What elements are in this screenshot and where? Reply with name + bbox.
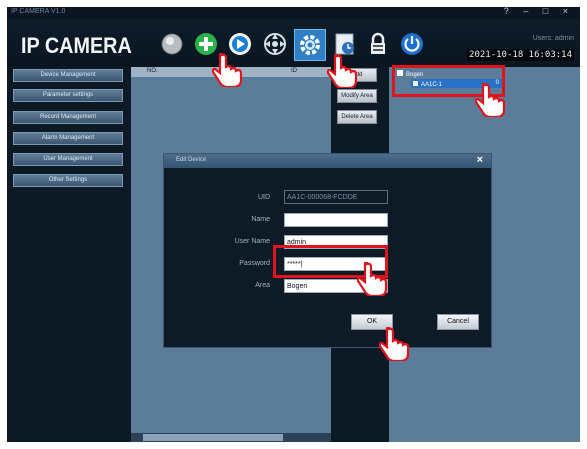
pointer-hand-icon xyxy=(378,325,411,363)
dialog-title-bar: Edit Device × xyxy=(164,154,491,168)
header-bar: IP CAMERA Users: admin 2021-10-18 16:03:… xyxy=(7,19,580,67)
sidebar-item-device-management[interactable]: Device Management xyxy=(13,69,123,82)
window-controls[interactable]: ? – □ × xyxy=(504,7,574,16)
delete-area-button[interactable]: Delete Area xyxy=(337,110,377,124)
camera-icon[interactable] xyxy=(159,31,185,57)
name-label: Name xyxy=(251,216,270,223)
area-label: Area xyxy=(255,282,270,289)
lock-icon[interactable] xyxy=(365,31,391,57)
settings-icon[interactable] xyxy=(294,29,326,61)
horizontal-scrollbar[interactable] xyxy=(131,433,331,442)
sidebar-item-parameter-settings[interactable]: Parameter settings xyxy=(13,89,123,102)
app-window: IP CAMERA V1.0 ? – □ × IP CAMERA Users: … xyxy=(7,7,580,442)
column-header-no[interactable]: NO. xyxy=(147,68,158,74)
sidebar-item-record-management[interactable]: Record Management xyxy=(13,111,123,124)
datetime-display: 2021-10-18 16:03:14 xyxy=(467,49,574,61)
screenshot-frame: IP CAMERA V1.0 ? – □ × IP CAMERA Users: … xyxy=(0,0,587,449)
window-title: IP CAMERA V1.0 xyxy=(11,8,66,15)
pointer-hand-icon xyxy=(474,81,507,119)
username-label: User Name xyxy=(234,238,270,245)
current-user: Users: admin xyxy=(532,35,574,42)
pointer-hand-icon xyxy=(356,260,389,298)
scrollbar-thumb[interactable] xyxy=(143,434,283,441)
app-logo: IP CAMERA xyxy=(21,33,132,58)
title-bar: IP CAMERA V1.0 ? – □ × xyxy=(7,7,580,19)
power-icon[interactable] xyxy=(399,31,425,57)
pointer-hand-icon xyxy=(326,52,359,90)
pointer-hand-icon xyxy=(211,51,244,89)
uid-label: UID xyxy=(257,194,270,201)
ptz-icon[interactable] xyxy=(262,31,288,57)
modify-area-button[interactable]: Modify Area xyxy=(337,89,377,103)
column-header-id[interactable]: ID xyxy=(291,68,297,74)
name-field[interactable] xyxy=(284,213,388,227)
dialog-title: Edit Device xyxy=(176,157,207,163)
dialog-close-button[interactable]: × xyxy=(477,154,483,166)
uid-field: AA1C-000068-FCDDE xyxy=(284,190,388,204)
sidebar-item-alarm-management[interactable]: Alarm Management xyxy=(13,132,123,145)
sidebar-item-user-management[interactable]: User Management xyxy=(13,153,123,166)
cancel-button[interactable]: Cancel xyxy=(437,314,479,330)
password-label: Password xyxy=(239,260,270,267)
sidebar-item-other-settings[interactable]: Other Settings xyxy=(13,174,123,187)
